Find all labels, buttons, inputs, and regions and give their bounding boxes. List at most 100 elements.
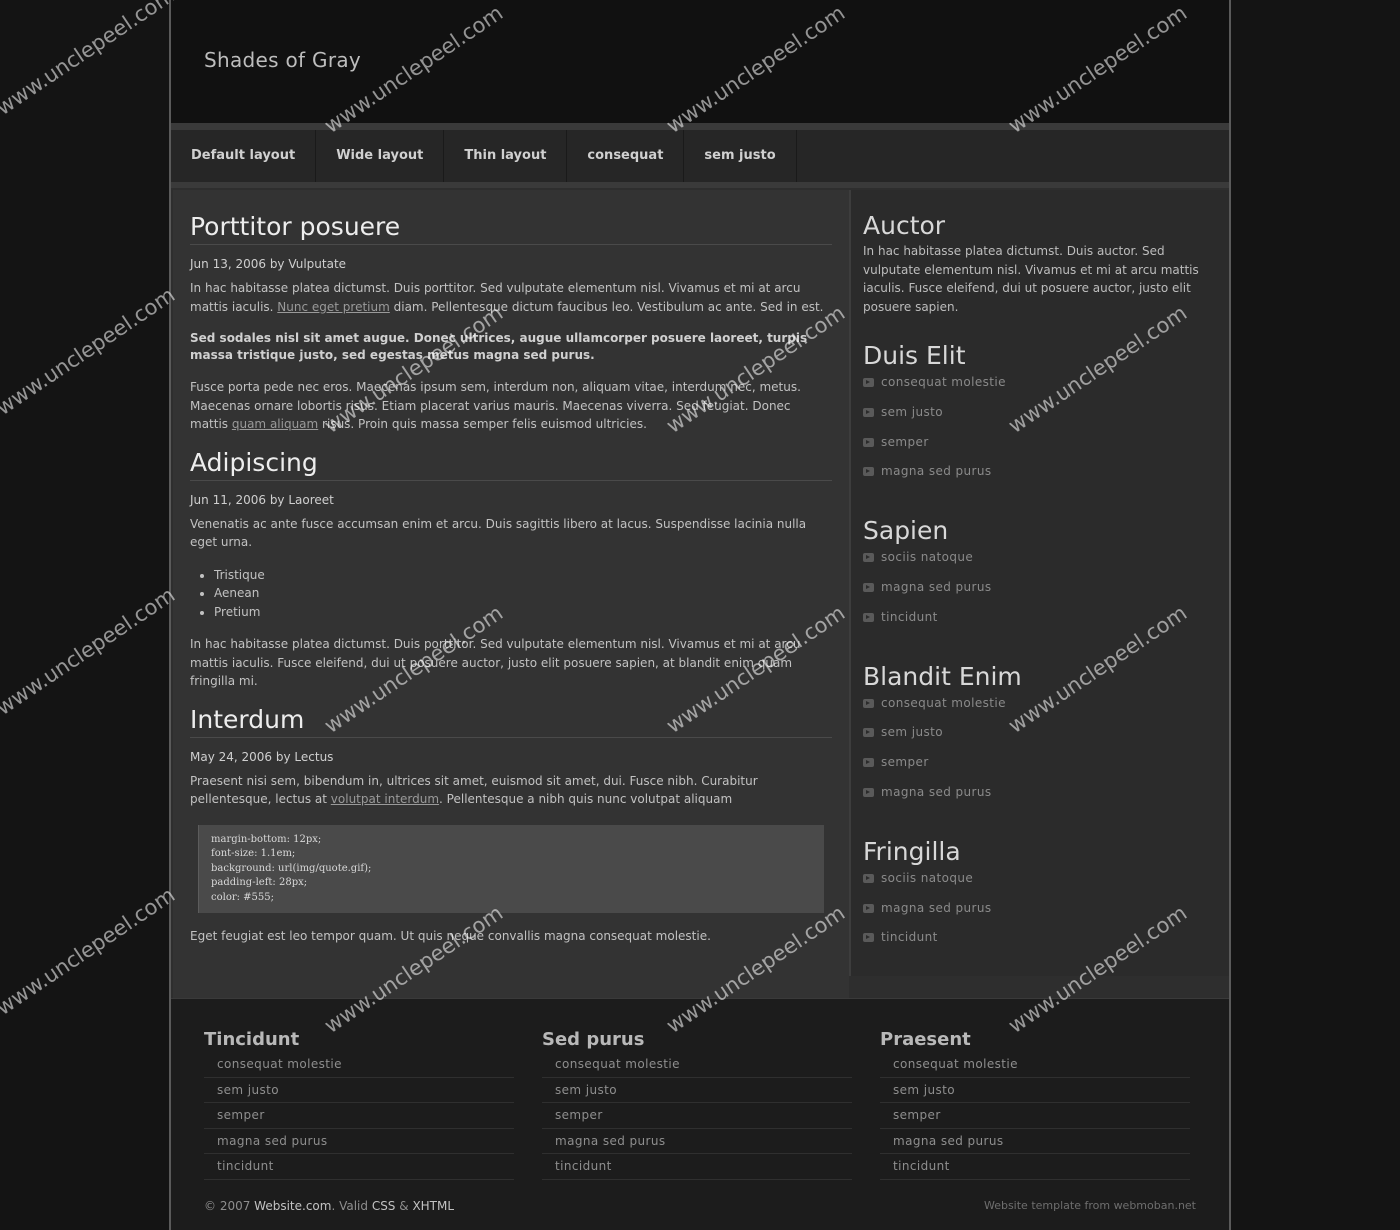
volutpat-interdum-link[interactable]: volutpat interdum <box>331 792 439 806</box>
arrow-right-icon <box>863 728 874 738</box>
sidebar-heading: Duis Elit <box>863 341 966 370</box>
arrow-right-icon <box>863 582 874 592</box>
footer-link[interactable]: tincidunt <box>542 1154 852 1180</box>
arrow-right-icon <box>863 553 874 563</box>
arrow-right-icon <box>863 903 874 913</box>
post-paragraph: Fusce porta pede nec eros. Maecenas ipsu… <box>190 380 801 431</box>
post-paragraph: In hac habitasse platea dictumst. Duis p… <box>190 637 801 688</box>
sidebar-list: consequat molestie sem justo semper magn… <box>863 372 1215 491</box>
arrow-right-icon <box>863 758 874 768</box>
sidebar-link[interactable]: magna sed purus <box>863 577 1215 607</box>
arrow-right-icon <box>863 698 874 708</box>
code-block: margin-bottom: 12px; font-size: 1.1em; b… <box>198 824 824 913</box>
post-title[interactable]: Porttitor posuere <box>190 212 832 245</box>
arrow-right-icon <box>863 378 874 387</box>
arrow-right-icon <box>863 467 874 477</box>
site-header: Shades of Gray <box>171 0 1229 124</box>
nav-thin-layout[interactable]: Thin layout <box>444 130 568 182</box>
footer-link[interactable]: semper <box>880 1103 1190 1129</box>
sidebar-duis-elit: Duis Elit consequat molestie sem justo s… <box>863 340 1215 491</box>
valid-css-link[interactable]: CSS <box>372 1199 396 1213</box>
footer-link[interactable]: magna sed purus <box>880 1129 1190 1155</box>
footer-column-praesent: Praesent consequat molestie sem justo se… <box>880 1029 1190 1180</box>
site-footer: Tincidunt consequat molestie sem justo s… <box>171 998 1229 1230</box>
valid-xhtml-link[interactable]: XHTML <box>412 1199 454 1213</box>
site-title[interactable]: Shades of Gray <box>204 48 361 72</box>
nav-sem-justo[interactable]: sem justo <box>684 130 797 182</box>
sidebar: Auctor In hac habitasse platea dictumst.… <box>849 190 1229 976</box>
footer-link[interactable]: semper <box>204 1103 514 1129</box>
nav-consequat[interactable]: consequat <box>567 130 685 182</box>
post-title[interactable]: Interdum <box>190 705 832 738</box>
footer-heading: Praesent <box>880 1029 971 1050</box>
arrow-right-icon <box>863 437 874 447</box>
sidebar-link[interactable]: sem justo <box>863 402 1215 432</box>
sidebar-list: consequat molestie sem justo semper magn… <box>863 693 1215 812</box>
footer-link[interactable]: magna sed purus <box>204 1129 514 1155</box>
footer-link[interactable]: sem justo <box>880 1078 1190 1104</box>
list-item: Aenean <box>214 584 832 603</box>
nav-default-layout[interactable]: Default layout <box>171 130 317 182</box>
quam-aliquam-link[interactable]: quam aliquam <box>232 417 318 431</box>
footer-list: consequat molestie sem justo semper magn… <box>880 1052 1190 1180</box>
sidebar-blandit-enim: Blandit Enim consequat molestie sem just… <box>863 661 1215 812</box>
sidebar-heading: Blandit Enim <box>863 661 1022 691</box>
sidebar-link[interactable]: tincidunt <box>863 927 1215 957</box>
nav-wide-layout[interactable]: Wide layout <box>316 130 445 182</box>
watermark: www.unclepeel.com <box>0 882 180 1020</box>
sidebar-list: sociis natoque magna sed purus tincidunt <box>863 868 1215 957</box>
post-porttitor: Porttitor posuere Jun 13, 2006 by Vulput… <box>190 212 832 434</box>
footer-link[interactable]: sem justo <box>542 1078 852 1104</box>
footer-link[interactable]: tincidunt <box>204 1154 514 1180</box>
footer-link[interactable]: consequat molestie <box>542 1052 852 1078</box>
footer-heading: Sed purus <box>542 1029 645 1050</box>
sidebar-link[interactable]: semper <box>863 432 1215 462</box>
sidebar-link[interactable]: consequat molestie <box>863 372 1215 402</box>
sidebar-link[interactable]: magna sed purus <box>863 898 1215 928</box>
template-credit[interactable]: Website template from webmoban.net <box>984 1199 1196 1212</box>
sidebar-link[interactable]: consequat molestie <box>863 693 1215 723</box>
sidebar-fringilla: Fringilla sociis natoque magna sed purus… <box>863 836 1215 957</box>
footer-list: consequat molestie sem justo semper magn… <box>542 1052 852 1180</box>
footer-link[interactable]: semper <box>542 1103 852 1129</box>
footer-link[interactable]: consequat molestie <box>204 1052 514 1078</box>
website-link[interactable]: Website.com <box>254 1199 331 1213</box>
footer-link[interactable]: magna sed purus <box>542 1129 852 1155</box>
watermark: www.unclepeel.com <box>0 282 180 420</box>
post-paragraph: Praesent nisi sem, bibendum in, ultrices… <box>190 773 758 807</box>
main-navigation: Default layout Wide layout Thin layout c… <box>171 124 1229 188</box>
sidebar-link[interactable]: magna sed purus <box>863 461 1215 491</box>
footer-link[interactable]: tincidunt <box>880 1154 1190 1180</box>
post-adipiscing: Adipiscing Jun 11, 2006 by Laoreet Venen… <box>190 448 832 691</box>
sidebar-link[interactable]: tincidunt <box>863 607 1215 637</box>
footer-column-sed-purus: Sed purus consequat molestie sem justo s… <box>542 1029 852 1180</box>
list-item: Tristique <box>214 566 832 585</box>
footer-link[interactable]: sem justo <box>204 1078 514 1104</box>
post-title[interactable]: Adipiscing <box>190 448 832 481</box>
footer-column-tincidunt: Tincidunt consequat molestie sem justo s… <box>204 1029 514 1180</box>
footer-heading: Tincidunt <box>204 1029 300 1050</box>
footer-list: consequat molestie sem justo semper magn… <box>204 1052 514 1180</box>
copyright-text: © 2007 Website.com. Valid CSS & XHTML <box>204 1199 455 1213</box>
sidebar-heading: Sapien <box>863 516 949 546</box>
sidebar-link[interactable]: sociis natoque <box>863 547 1215 577</box>
list-item: Pretium <box>214 603 832 622</box>
arrow-right-icon <box>863 407 874 417</box>
post-meta: Jun 11, 2006 by Laoreet <box>190 492 334 507</box>
sidebar-link[interactable]: sociis natoque <box>863 868 1215 898</box>
sidebar-text: In hac habitasse platea dictumst. Duis a… <box>863 244 1199 314</box>
sidebar-link[interactable]: sem justo <box>863 722 1215 752</box>
watermark: www.unclepeel.com <box>0 0 180 120</box>
main-content: Porttitor posuere Jun 13, 2006 by Vulput… <box>173 190 849 998</box>
arrow-right-icon <box>863 933 874 943</box>
sidebar-heading: Auctor <box>863 211 946 240</box>
sidebar-link[interactable]: magna sed purus <box>863 782 1215 812</box>
nunc-eget-pretium-link[interactable]: Nunc eget pretium <box>277 300 390 314</box>
footer-link[interactable]: consequat molestie <box>880 1052 1190 1078</box>
sidebar-sapien: Sapien sociis natoque magna sed purus ti… <box>863 515 1215 636</box>
sidebar-heading: Fringilla <box>863 836 961 866</box>
post-paragraph: Eget feugiat est leo tempor quam. Ut qui… <box>190 929 711 943</box>
sidebar-link[interactable]: semper <box>863 752 1215 782</box>
arrow-right-icon <box>863 787 874 797</box>
watermark: www.unclepeel.com <box>0 582 180 720</box>
